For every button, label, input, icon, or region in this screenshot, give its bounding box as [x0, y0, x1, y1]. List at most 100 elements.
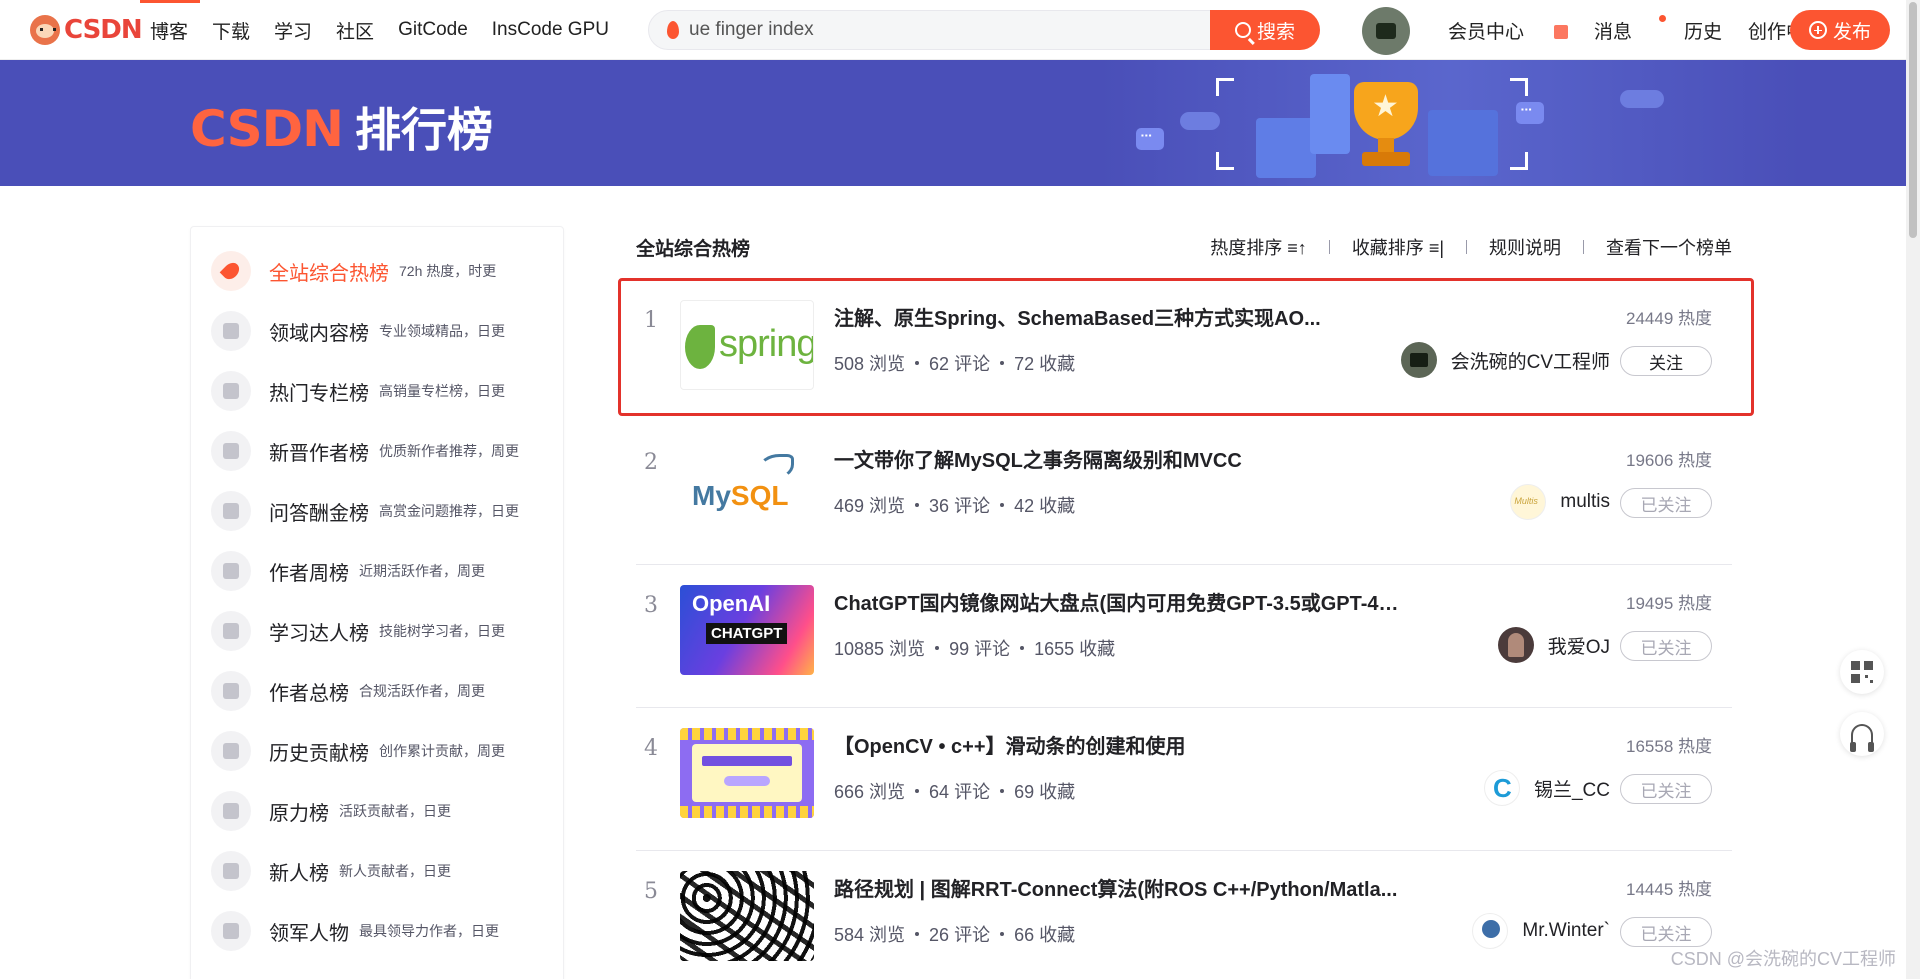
qr-code-icon	[1851, 661, 1873, 683]
publish-button[interactable]: 发布	[1790, 10, 1890, 50]
article-thumbnail[interactable]	[680, 871, 814, 961]
list-item: 4 【OpenCV • c++】滑动条的创建和使用 666 浏览 64 评论 6…	[636, 708, 1732, 851]
ranking-banner: CSDN 排行榜 ★	[0, 60, 1920, 186]
list-header: 全站综合热榜 热度排序 ≡↑ 收藏排序 ≡| 规则说明 查看下一个榜单	[636, 232, 1732, 264]
next-list-link[interactable]: 查看下一个榜单	[1606, 234, 1732, 260]
author-avatar	[1497, 627, 1534, 663]
sidebar-item-hot-column[interactable]: 热门专栏榜 高销量专栏榜，日更	[211, 369, 505, 413]
csdn-logo[interactable]: CSDN	[30, 14, 143, 46]
banner-title-text: 排行榜	[354, 104, 493, 156]
author-avatar	[1510, 484, 1547, 520]
article-stats: 10885 浏览 99 评论 1655 收藏	[834, 635, 1115, 661]
nav-link-download[interactable]: 下载	[212, 17, 250, 44]
view-count: 469 浏览	[834, 496, 906, 516]
calendar-icon	[211, 551, 251, 591]
favorite-count: 66 收藏	[1014, 925, 1076, 945]
nav-link-vip-center[interactable]: 会员中心	[1448, 17, 1569, 44]
followed-button[interactable]: 已关注	[1620, 631, 1712, 661]
author-link[interactable]: 会洗碗的CV工程师	[1400, 342, 1610, 378]
user-avatar[interactable]	[1362, 7, 1410, 55]
sidebar-item-qa-reward[interactable]: 问答酬金榜 高赏金问题推荐，日更	[211, 489, 519, 533]
sidebar-item-learner[interactable]: 学习达人榜 技能树学习者，日更	[211, 609, 505, 653]
author-avatar	[1483, 770, 1520, 806]
search-button[interactable]: 搜索	[1210, 10, 1320, 50]
article-stats: 666 浏览 64 评论 69 收藏	[834, 778, 1075, 804]
comment-count: 64 评论	[929, 782, 991, 802]
qr-code-button[interactable]	[1840, 650, 1884, 694]
nav-link-blog[interactable]: 博客	[150, 17, 188, 44]
article-thumbnail[interactable]	[680, 728, 814, 818]
followed-button[interactable]: 已关注	[1620, 774, 1712, 804]
sidebar-item-history-contribution[interactable]: 历史贡献榜 创作累计贡献，周更	[211, 729, 505, 773]
author-link[interactable]: Mr.Winter`	[1472, 913, 1610, 949]
medal-icon	[211, 611, 251, 651]
power-icon	[211, 791, 251, 831]
nav-link-community[interactable]: 社区	[336, 17, 374, 44]
sidebar-item-label: 新晋作者榜	[269, 442, 369, 465]
spring-leaf-icon	[685, 325, 715, 369]
article-thumbnail[interactable]: MySQL	[680, 442, 814, 532]
sort-by-favorites-button[interactable]: 收藏排序 ≡|	[1352, 234, 1444, 260]
page-scrollbar[interactable]	[1906, 0, 1920, 979]
leader-icon	[211, 911, 251, 951]
article-title[interactable]: 注解、原生Spring、SchemaBased三种方式实现AO...	[834, 302, 1414, 331]
cloud-icon	[1620, 90, 1664, 108]
sidebar-item-author-weekly[interactable]: 作者周榜 近期活跃作者，周更	[211, 549, 485, 593]
nav-link-history[interactable]: 历史	[1684, 17, 1722, 44]
sidebar-item-label: 作者周榜	[269, 562, 349, 585]
favorite-count: 69 收藏	[1014, 782, 1076, 802]
article-title[interactable]: 一文带你了解MySQL之事务隔离级别和MVCC	[834, 444, 1414, 473]
sidebar-item-label: 领域内容榜	[269, 322, 369, 345]
article-thumbnail[interactable]: spring	[680, 300, 814, 390]
customer-service-button[interactable]	[1840, 712, 1884, 756]
sidebar-item-new-author[interactable]: 新晋作者榜 优质新作者推荐，周更	[211, 429, 519, 473]
question-icon	[211, 491, 251, 531]
gift-icon	[1554, 24, 1569, 39]
sidebar-item-author-total[interactable]: 作者总榜 合规活跃作者，周更	[211, 669, 485, 713]
article-title[interactable]: ChatGPT国内镜像网站大盘点(国内可用免费GPT-3.5或GPT-4镜...	[834, 587, 1414, 616]
search-input[interactable]	[689, 11, 1249, 49]
sidebar-item-power[interactable]: 原力榜 活跃贡献者，日更	[211, 789, 451, 833]
vip-center-label: 会员中心	[1448, 21, 1525, 43]
sort-by-heat-button[interactable]: 热度排序 ≡↑	[1210, 234, 1307, 260]
dolphin-icon	[758, 454, 794, 480]
article-thumbnail[interactable]: OpenAI CHATGPT	[680, 585, 814, 675]
comment-count: 36 评论	[929, 496, 991, 516]
article-title[interactable]: 路径规划 | 图解RRT-Connect算法(附ROS C++/Python/M…	[834, 873, 1414, 902]
rank-number: 1	[644, 308, 658, 333]
author-link[interactable]: 我爱OJ	[1497, 627, 1610, 663]
thumbnail-text: CHATGPT	[706, 623, 788, 644]
author-name: 锡兰_CC	[1533, 779, 1610, 801]
divider	[1328, 240, 1330, 254]
rules-link[interactable]: 规则说明	[1489, 234, 1561, 260]
sidebar-item-label: 领军人物	[269, 922, 349, 945]
nav-link-learn[interactable]: 学习	[274, 17, 312, 44]
chat-bubble-icon	[1136, 128, 1164, 150]
rank-number: 2	[644, 450, 658, 475]
follow-button[interactable]: 关注	[1620, 346, 1712, 376]
sidebar-item-site-hot[interactable]: 全站综合热榜 72h 热度，时更	[211, 249, 496, 293]
author-link[interactable]: 锡兰_CC	[1483, 770, 1610, 806]
article-stats: 469 浏览 36 评论 42 收藏	[834, 492, 1075, 518]
sidebar-item-label: 新人榜	[269, 862, 329, 885]
nav-link-messages[interactable]: 消息	[1594, 14, 1667, 44]
nav-link-gitcode[interactable]: GitCode	[398, 19, 468, 41]
trophy-icon	[211, 671, 251, 711]
sidebar-item-domain-content[interactable]: 领域内容榜 专业领域精品，日更	[211, 309, 505, 353]
sidebar-item-desc: 优质新作者推荐，周更	[379, 443, 519, 459]
sidebar-item-label: 学习达人榜	[269, 622, 369, 645]
nav-link-inscode-gpu[interactable]: InsCode GPU	[492, 19, 609, 41]
rank-number: 5	[644, 879, 658, 904]
heat-score: 19495 热度	[1626, 594, 1712, 613]
article-stats: 508 浏览 62 评论 72 收藏	[834, 350, 1075, 376]
sidebar-item-label: 历史贡献榜	[269, 742, 369, 765]
sidebar-item-newcomer[interactable]: 新人榜 新人贡献者，日更	[211, 849, 451, 893]
list-item: 1 spring 注解、原生Spring、SchemaBased三种方式实现AO…	[636, 280, 1732, 423]
sidebar-item-leader[interactable]: 领军人物 最具领导力作者，日更	[211, 909, 499, 953]
followed-button[interactable]: 已关注	[1620, 917, 1712, 947]
author-link[interactable]: multis	[1510, 484, 1610, 520]
list-item: 3 OpenAI CHATGPT ChatGPT国内镜像网站大盘点(国内可用免费…	[636, 565, 1732, 708]
scrollbar-thumb[interactable]	[1909, 2, 1917, 238]
followed-button[interactable]: 已关注	[1620, 488, 1712, 518]
article-title[interactable]: 【OpenCV • c++】滑动条的创建和使用	[834, 730, 1414, 759]
